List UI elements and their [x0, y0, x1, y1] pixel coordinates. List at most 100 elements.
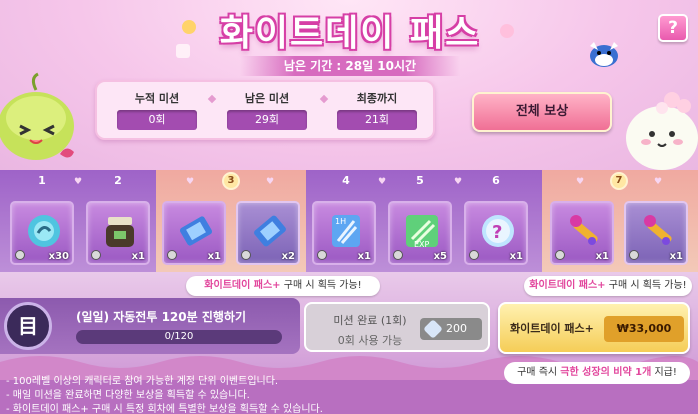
heart-icon	[176, 44, 190, 58]
reward-slot-gold-key-plus[interactable]: x1	[624, 201, 688, 265]
stat-value: 21회	[337, 110, 417, 130]
tooltip-text: 구매 시 획득 가능!	[605, 280, 687, 291]
reward-quantity: x1	[207, 251, 221, 262]
diamond-icon	[423, 319, 443, 339]
mission-icon: 目	[4, 302, 52, 350]
clock-icon	[555, 250, 565, 260]
reward-slot-mystery[interactable]: ? x1	[464, 201, 528, 265]
buy-pass-label: 화이트데이 패스+	[510, 322, 594, 335]
jar-icon	[106, 217, 134, 247]
stat-value: 29회	[227, 110, 307, 130]
mission-complete-uses: 0회 사용 가능	[337, 334, 403, 347]
heart-icon: ♥	[186, 177, 195, 187]
clock-icon	[469, 250, 479, 260]
heart-icon: ♥	[266, 177, 275, 187]
heart-icon: ♥	[576, 177, 585, 187]
stage-number: 5	[416, 174, 424, 187]
clock-icon	[241, 250, 251, 260]
reward-slot-blue-orb[interactable]: x30	[10, 201, 74, 265]
footer-line: - 화이트데이 패스+ 구매 시 특정 회차에 특별한 보상을 획득할 수 있습…	[6, 404, 323, 414]
stage-number: 2	[114, 174, 122, 187]
clock-icon	[91, 250, 101, 260]
mission-progress-text: 0/120	[164, 331, 194, 342]
heart-icon: ♥	[378, 177, 387, 187]
stat-remaining: 남은 미션 29회	[227, 90, 307, 130]
reward-quantity: x1	[595, 251, 609, 262]
heart-icon: ♥	[654, 177, 663, 187]
mission-description: (일일) 자동전투 120분 진행하기	[76, 310, 246, 324]
gold-key-icon	[570, 215, 598, 245]
tooltip-highlight: 화이트데이 패스+	[204, 280, 281, 291]
blue-ticket-icon	[254, 215, 286, 247]
help-button[interactable]: ?	[658, 14, 688, 42]
white-slime-mascot-icon	[626, 92, 698, 170]
note-highlight: 극한 성장의 비약 1개	[560, 367, 652, 378]
reward-quantity: x1	[357, 251, 371, 262]
footer-line: - 100레벨 이상의 캐릭터로 참여 가능한 계정 단위 이벤트입니다.	[6, 376, 279, 387]
heart-icon: ♥	[74, 177, 83, 187]
complete-cost-value: 200	[446, 322, 467, 335]
reward-quantity: x30	[48, 251, 69, 262]
reward-slot-blue-ticket[interactable]: x1	[162, 201, 226, 265]
clock-icon	[15, 250, 25, 260]
stat-accumulated: 누적 미션 0회	[117, 90, 197, 130]
stat-value: 0회	[117, 110, 197, 130]
clock-icon	[167, 250, 177, 260]
reward-quantity: x2	[281, 251, 295, 262]
pass-plus-tooltip: 화이트데이 패스+ 구매 시 획득 가능!	[524, 276, 692, 296]
stage-number: 6	[492, 174, 500, 187]
stage-number-badge: 3	[222, 172, 240, 190]
mission-stats-panel: 누적 미션 0회 남은 미션 29회 최종까지 21회	[95, 80, 435, 140]
crystal-1h-icon: 1H	[332, 215, 360, 247]
footer-line: - 매일 미션을 완료하면 다양한 보상을 획득할 수 있습니다.	[6, 390, 250, 401]
reward-slot-jar[interactable]: x1	[86, 201, 150, 265]
mission-complete-button[interactable]: 미션 완료 (1회) 0회 사용 가능 200	[304, 302, 490, 352]
question-orb-icon: ?	[482, 215, 514, 247]
green-slime-mascot-icon	[0, 72, 74, 160]
reward-quantity: x1	[669, 251, 683, 262]
stage-number: 4	[342, 174, 350, 187]
exp-coupon-icon: EXP	[406, 215, 438, 249]
remaining-time: 남은 기간 : 28일 10시간	[240, 56, 460, 76]
clock-icon	[629, 250, 639, 260]
mission-complete-label: 미션 완료 (1회)	[333, 314, 407, 327]
diamond-icon	[207, 94, 217, 104]
gold-key-icon	[644, 215, 672, 245]
stat-label: 최종까지	[356, 92, 398, 105]
purchase-bonus-note: 구매 즉시 극한 성장의 비약 1개 지급!	[504, 362, 690, 384]
current-mission-panel: 目 (일일) 자동전투 120분 진행하기 0/120	[0, 298, 300, 354]
reward-slot-gold-key[interactable]: x1	[550, 201, 614, 265]
stage-number: 1	[38, 174, 46, 187]
blue-ticket-icon	[179, 216, 213, 246]
reward-quantity: x1	[509, 251, 523, 262]
pass-title: 화이트데이 패스	[219, 13, 481, 54]
reward-slot-blue-ticket-plus[interactable]: x2	[236, 201, 300, 265]
complete-cost: 200	[420, 318, 482, 340]
svg-text:?: ?	[492, 222, 502, 243]
reward-quantity: x1	[131, 251, 145, 262]
heart-icon: ♥	[454, 177, 463, 187]
reward-quantity: x5	[433, 251, 447, 262]
stat-label: 누적 미션	[134, 92, 180, 105]
reward-slot-1h-crystal[interactable]: 1H x1	[312, 201, 376, 265]
clock-icon	[393, 250, 403, 260]
stat-label: 남은 미션	[244, 92, 290, 105]
pass-price: ₩33,000	[604, 316, 684, 342]
bird-mascot-icon	[590, 42, 618, 67]
footer-notes: - 100레벨 이상의 캐릭터로 참여 가능한 계정 단위 이벤트입니다. - …	[0, 364, 500, 414]
buy-pass-plus-button[interactable]: 화이트데이 패스+ ₩33,000	[498, 302, 690, 354]
stage-number-badge: 7	[610, 172, 628, 190]
note-suffix: 지급!	[651, 367, 677, 378]
reward-slot-exp-coupon[interactable]: EXP x5	[388, 201, 452, 265]
all-rewards-button[interactable]: 전체 보상	[472, 92, 612, 132]
note-prefix: 구매 즉시	[517, 367, 561, 378]
svg-text:EXP: EXP	[414, 240, 430, 249]
pass-plus-tooltip: 화이트데이 패스+ 구매 시 획득 가능!	[186, 276, 380, 296]
tooltip-text: 구매 시 획득 가능!	[280, 280, 362, 291]
whiteday-pass-window: 화이트데이 패스 남은 기간 : 28일 10시간 ? 누적 미션 0회 남은 …	[0, 0, 698, 414]
stat-to-final: 최종까지 21회	[337, 90, 417, 130]
blue-orb-icon	[28, 215, 60, 247]
clock-icon	[317, 250, 327, 260]
diamond-icon	[319, 94, 329, 104]
svg-text:1H: 1H	[335, 217, 346, 226]
